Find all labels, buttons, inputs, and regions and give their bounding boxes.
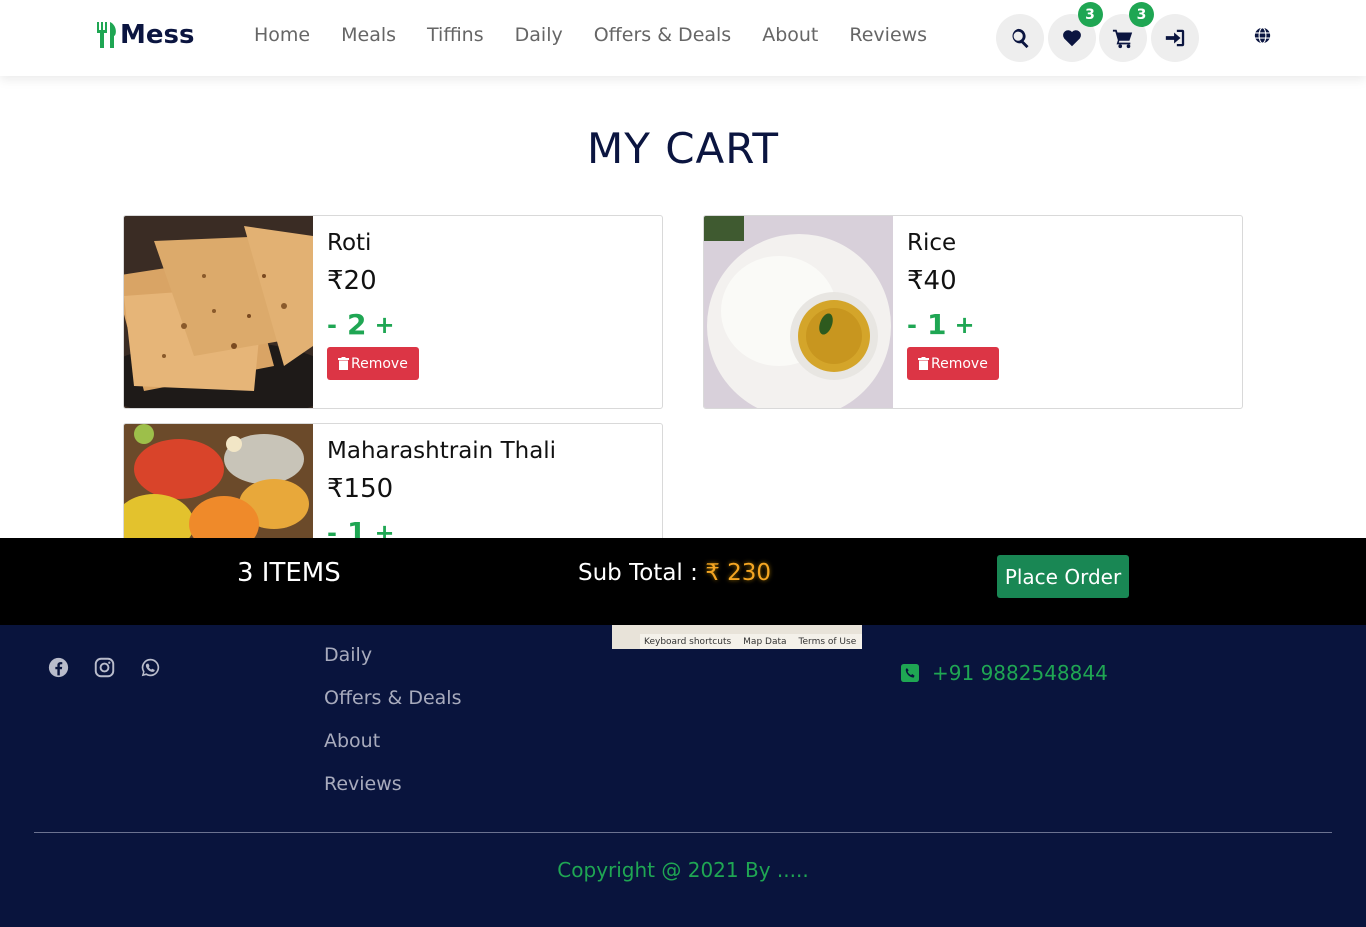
decrease-quantity-button[interactable]: - — [327, 311, 337, 339]
footer-link-daily[interactable]: Daily — [324, 644, 461, 666]
item-price: ₹150 — [327, 474, 394, 504]
nav-link-meals[interactable]: Meals — [341, 24, 396, 46]
footer-link-offers-deals[interactable]: Offers & Deals — [324, 687, 461, 709]
facebook-link[interactable] — [48, 657, 70, 679]
place-order-button[interactable]: Place Order — [997, 555, 1129, 598]
search-button[interactable] — [996, 14, 1044, 62]
remove-label: Remove — [351, 355, 408, 372]
social-links — [48, 657, 186, 679]
cart-icon — [1112, 29, 1133, 49]
whatsapp-icon — [141, 658, 160, 677]
increase-quantity-button[interactable]: + — [954, 311, 974, 339]
header-icon-group: 3 3 — [996, 2, 1202, 62]
item-name: Maharashtrain Thali — [327, 438, 557, 464]
brand-logo[interactable]: Mess — [95, 20, 194, 50]
item-name: Rice — [907, 230, 957, 256]
wishlist-count-badge: 3 — [1077, 2, 1103, 27]
cart-item-body: Maharashtrain Thali ₹150 - 1 + — [327, 438, 556, 549]
quantity-value: 2 — [346, 308, 367, 341]
trash-icon — [338, 357, 349, 370]
cart-item-card: Rice ₹40 - 1 + Remove — [703, 215, 1243, 409]
nav-link-daily[interactable]: Daily — [515, 24, 563, 46]
search-icon — [1012, 28, 1029, 49]
item-name: Roti — [327, 230, 372, 256]
nav-link-about[interactable]: About — [762, 24, 818, 46]
footer-nav: Daily Offers & Deals About Reviews — [324, 644, 461, 816]
remove-button[interactable]: Remove — [907, 347, 999, 380]
map-terms-link[interactable]: Terms of Use — [799, 637, 857, 647]
trash-icon — [918, 357, 929, 370]
increase-quantity-button[interactable]: + — [374, 311, 394, 339]
navbar: Mess Home Meals Tiffins Daily Offers & D… — [0, 0, 1366, 76]
cart-button[interactable]: 3 — [1099, 2, 1154, 62]
footer-divider — [34, 832, 1332, 833]
nav-link-reviews[interactable]: Reviews — [849, 24, 927, 46]
sign-in-icon — [1165, 29, 1184, 47]
checkout-bar: 3 ITEMS Sub Total : ₹ 230 Place Order — [0, 538, 1366, 625]
fork-knife-icon — [97, 22, 116, 48]
cart-item-card: Roti ₹20 - 2 + Remove — [123, 215, 663, 409]
cart-item-body: Roti ₹20 - 2 + Remove — [327, 230, 419, 380]
whatsapp-link[interactable] — [140, 657, 162, 679]
page-title: MY CART — [586, 124, 780, 173]
footer-phone[interactable]: +91 9882548844 — [901, 661, 1108, 685]
quantity-stepper: - 2 + — [327, 308, 419, 341]
nav-link-home[interactable]: Home — [254, 24, 310, 46]
remove-button[interactable]: Remove — [327, 347, 419, 380]
map-attribution-bar: Keyboard shortcuts Map Data Terms of Use — [640, 634, 862, 649]
phone-square-icon — [901, 664, 919, 682]
cart-item-body: Rice ₹40 - 1 + Remove — [907, 230, 999, 380]
quantity-stepper: - 1 + — [907, 308, 999, 341]
heart-icon — [1062, 30, 1081, 47]
instagram-link[interactable] — [94, 657, 116, 679]
nav-link-offers-deals[interactable]: Offers & Deals — [594, 24, 731, 46]
map-data-link[interactable]: Map Data — [743, 637, 786, 647]
subtotal-label: Sub Total : — [578, 560, 698, 586]
main-nav: Home Meals Tiffins Daily Offers & Deals … — [254, 24, 958, 46]
remove-label: Remove — [931, 355, 988, 372]
site-footer: Daily Offers & Deals About Reviews Keybo… — [0, 625, 1366, 927]
login-button[interactable] — [1150, 14, 1199, 62]
copyright-text: Copyright @ 2021 By ..... — [557, 858, 809, 882]
footer-link-reviews[interactable]: Reviews — [324, 773, 461, 795]
globe-icon[interactable] — [1254, 27, 1271, 44]
cart-count-badge: 3 — [1129, 2, 1154, 27]
map-keyboard-shortcuts-link[interactable]: Keyboard shortcuts — [644, 637, 731, 647]
phone-number: +91 9882548844 — [932, 661, 1108, 685]
items-count: 3 ITEMS — [237, 558, 341, 588]
instagram-icon — [94, 657, 115, 678]
decrease-quantity-button[interactable]: - — [907, 311, 917, 339]
footer-link-about[interactable]: About — [324, 730, 461, 752]
facebook-icon — [48, 657, 69, 678]
roti-image — [124, 216, 313, 408]
quantity-value: 1 — [926, 308, 947, 341]
subtotal: Sub Total : ₹ 230 — [578, 560, 771, 586]
wishlist-button[interactable]: 3 — [1047, 2, 1103, 62]
item-price: ₹40 — [907, 266, 957, 296]
rice-image — [704, 216, 893, 408]
item-price: ₹20 — [327, 266, 377, 296]
brand-name: Mess — [120, 20, 195, 50]
map-embed[interactable]: Keyboard shortcuts Map Data Terms of Use — [612, 625, 862, 649]
subtotal-amount: ₹ 230 — [705, 560, 772, 586]
nav-link-tiffins[interactable]: Tiffins — [427, 24, 484, 46]
